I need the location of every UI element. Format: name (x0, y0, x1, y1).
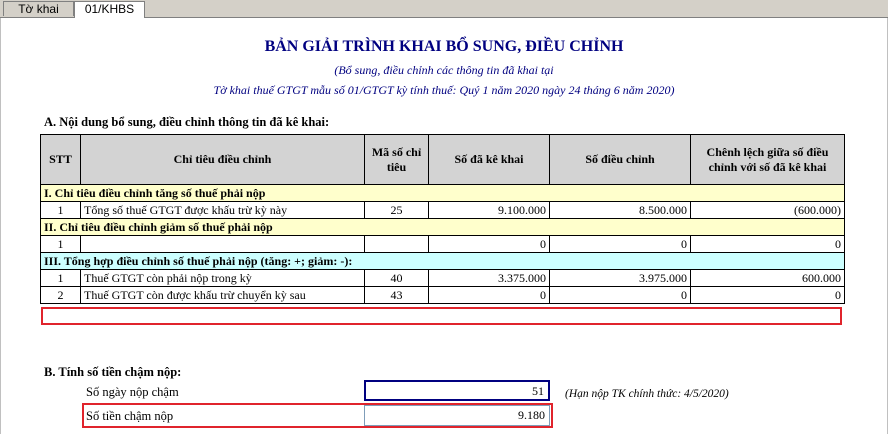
col-header-declared: Số đã kê khai (428, 134, 550, 185)
tab-01-khbs[interactable]: 01/KHBS (74, 1, 145, 18)
cell-code: 25 (364, 201, 429, 219)
col-header-indicator: Chỉ tiêu điều chỉnh (80, 134, 365, 185)
cell-name: Thuế GTGT còn phải nộp trong kỳ (80, 269, 365, 287)
page-title: BẢN GIẢI TRÌNH KHAI BỔ SUNG, ĐIỀU CHỈNH (264, 38, 624, 55)
cell-adjusted: 0 (549, 286, 691, 304)
cell-declared[interactable]: 9.100.000 (428, 201, 550, 219)
sheet-tab-bar: Tờ khai 01/KHBS (0, 0, 888, 18)
col-header-stt: STT (40, 134, 81, 185)
table-header-row: STT Chỉ tiêu điều chỉnh Mã số chỉ tiêu S… (40, 134, 845, 185)
section-a-title: A. Nội dung bổ sung, điều chỉnh thông ti… (44, 115, 330, 129)
cell-declared: 3.375.000 (428, 269, 550, 287)
cell-adjusted[interactable]: 0 (549, 235, 691, 253)
group-title: II. Chỉ tiêu điều chỉnh giảm số thuế phả… (40, 218, 845, 236)
cell-code[interactable] (364, 235, 429, 253)
cell-stt: 1 (40, 201, 81, 219)
late-amount-label: Số tiền chậm nộp (86, 409, 174, 423)
cell-declared: 0 (428, 286, 550, 304)
cell-stt: 1 (40, 235, 81, 253)
page-subtitle-2: Tờ khai thuế GTGT mẫu số 01/GTGT kỳ tính… (213, 83, 675, 97)
cell-code: 43 (364, 286, 429, 304)
tab-to-khai[interactable]: Tờ khai (3, 1, 74, 16)
section-b-title: B. Tính số tiền chậm nộp: (44, 365, 182, 379)
col-header-code: Mã số chỉ tiêu (364, 134, 429, 185)
late-days-label: Số ngày nộp chậm (86, 385, 179, 399)
cell-stt: 1 (40, 269, 81, 287)
col-header-difference: Chênh lệch giữa số điều chỉnh với số đã … (690, 134, 845, 185)
cell-stt: 2 (40, 286, 81, 304)
table-row: 2 Thuế GTGT còn được khấu trừ chuyển kỳ … (40, 286, 845, 304)
cell-diff: 600.000 (690, 269, 845, 287)
col-header-adjusted: Số điều chỉnh (549, 134, 691, 185)
table-row: 1 Thuế GTGT còn phải nộp trong kỳ 40 3.3… (40, 269, 845, 287)
cell-diff: (600.000) (690, 201, 845, 219)
deadline-note: (Hạn nộp TK chính thức: 4/5/2020) (565, 388, 729, 400)
cell-adjusted[interactable]: 8.500.000 (549, 201, 691, 219)
cell-code: 40 (364, 269, 429, 287)
cell-declared[interactable]: 0 (428, 235, 550, 253)
group-header-increase: I. Chỉ tiêu điều chỉnh tăng số thuế phải… (40, 184, 845, 202)
cell-name[interactable]: Tổng số thuế GTGT được khấu trừ kỳ này (80, 201, 365, 219)
cell-diff: 0 (690, 235, 845, 253)
cell-name[interactable] (80, 235, 365, 253)
group-title: III. Tổng hợp điều chỉnh số thuế phải nộ… (40, 252, 845, 270)
cell-diff: 0 (690, 286, 845, 304)
late-days-input[interactable]: 51 (364, 380, 550, 401)
table-row: 1 Tổng số thuế GTGT được khấu trừ kỳ này… (40, 201, 845, 219)
adjustment-table: STT Chỉ tiêu điều chỉnh Mã số chỉ tiêu S… (40, 134, 845, 304)
group-title: I. Chỉ tiêu điều chỉnh tăng số thuế phải… (40, 184, 845, 202)
cell-name: Thuế GTGT còn được khấu trừ chuyển kỳ sa… (80, 286, 365, 304)
group-header-decrease: II. Chỉ tiêu điều chỉnh giảm số thuế phả… (40, 218, 845, 236)
page-subtitle-1: (Bổ sung, điều chỉnh các thông tin đã kh… (334, 63, 554, 77)
table-row: 1 0 0 0 (40, 235, 845, 253)
late-amount-input[interactable]: 9.180 (364, 405, 550, 426)
group-header-summary: III. Tổng hợp điều chỉnh số thuế phải nộ… (40, 252, 845, 270)
cell-adjusted: 3.975.000 (549, 269, 691, 287)
